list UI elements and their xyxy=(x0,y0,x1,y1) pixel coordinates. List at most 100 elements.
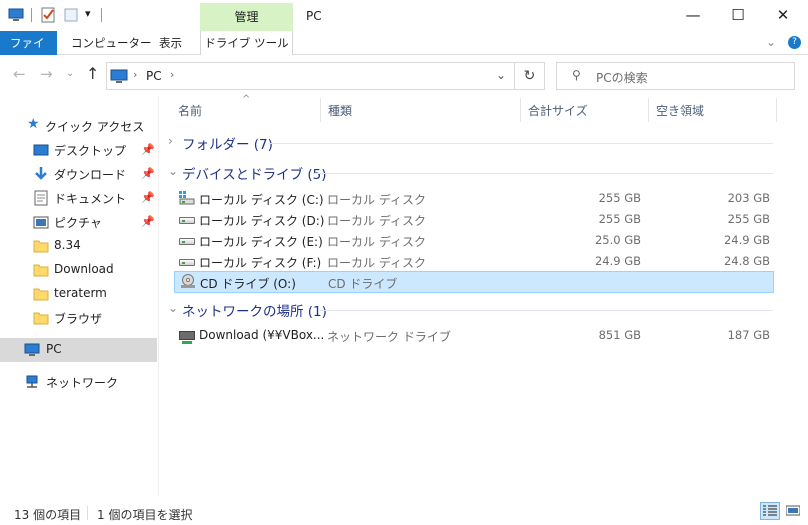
drive-free-space: 24.9 GB xyxy=(723,233,770,247)
drive-row-e[interactable]: ローカル ディスク (E:) ローカル ディスク 25.0 GB 24.9 GB xyxy=(174,230,774,251)
group-devices[interactable]: ⌄ デバイスとドライブ (5) xyxy=(168,162,778,184)
pin-icon[interactable]: 📌 xyxy=(141,215,155,228)
qa-dropdown-icon[interactable]: ▾ xyxy=(85,7,91,20)
drive-total-size: 25.0 GB xyxy=(594,233,641,247)
pin-icon[interactable]: 📌 xyxy=(141,167,155,180)
minimize-button[interactable]: — xyxy=(670,0,716,31)
sidebar-item-label: デスクトップ xyxy=(54,144,127,158)
drive-type: ローカル ディスク xyxy=(327,256,426,270)
chevron-right-icon[interactable]: › xyxy=(170,68,174,81)
group-folders[interactable]: › フォルダー (7) xyxy=(168,132,778,154)
chevron-down-icon[interactable]: ⌄ xyxy=(168,301,178,315)
group-network-locations[interactable]: ⌄ ネットワークの場所 (1) xyxy=(168,299,778,321)
group-title: フォルダー (7) xyxy=(182,137,273,153)
sidebar-item-folder-download[interactable]: Download xyxy=(0,258,157,282)
sidebar-item-label: ネットワーク xyxy=(46,376,119,390)
selection-count: 1 個の項目を選択 xyxy=(97,508,193,522)
drive-name: ローカル ディスク (E:) xyxy=(199,235,323,249)
group-title: ネットワークの場所 (1) xyxy=(182,304,327,320)
tab-computer[interactable]: コンピューター xyxy=(62,31,161,55)
drive-type: ローカル ディスク xyxy=(327,193,426,207)
search-icon: ⚲ xyxy=(572,68,581,82)
drive-type: ローカル ディスク xyxy=(327,214,426,228)
chevron-down-icon[interactable]: ⌄ xyxy=(168,164,178,178)
column-header-free-space[interactable]: 空き領域 xyxy=(656,102,704,120)
sidebar-item-label: ダウンロード xyxy=(54,168,127,182)
drive-name: ローカル ディスク (D:) xyxy=(199,214,325,228)
breadcrumb-pc[interactable]: PC xyxy=(146,69,162,83)
drive-total-size: 255 GB xyxy=(598,191,641,205)
network-drive-row[interactable]: Download (¥¥VBox... ネットワーク ドライブ 851 GB 1… xyxy=(174,325,774,346)
sidebar-item-documents[interactable]: ドキュメント 📌 xyxy=(0,186,157,210)
column-header-total-size[interactable]: 合計サイズ xyxy=(528,102,588,120)
drive-icon xyxy=(179,217,195,224)
drive-type: ローカル ディスク xyxy=(327,235,426,249)
column-divider[interactable] xyxy=(520,98,521,122)
sidebar-item-pc[interactable]: PC xyxy=(0,338,157,362)
recent-dropdown-icon[interactable]: ⌄ xyxy=(66,68,74,79)
sidebar-item-folder-834[interactable]: 8.34 xyxy=(0,234,157,258)
chevron-right-icon[interactable]: › xyxy=(168,134,173,148)
properties-icon[interactable] xyxy=(40,7,56,23)
separator xyxy=(87,506,88,520)
drive-name: Download (¥¥VBox... xyxy=(199,328,325,342)
pin-icon[interactable]: 📌 xyxy=(141,191,155,204)
computer-icon xyxy=(110,69,128,83)
tab-drive-tools[interactable]: ドライブ ツール xyxy=(200,31,293,55)
sidebar-item-pictures[interactable]: ピクチャ 📌 xyxy=(0,210,157,234)
large-icons-view-button[interactable] xyxy=(783,502,803,520)
sidebar-item-folder-browser[interactable]: ブラウザ xyxy=(0,306,157,330)
drive-total-size: 255 GB xyxy=(598,212,641,226)
search-input[interactable]: ⚲ PCの検索 xyxy=(556,62,795,90)
drive-row-c[interactable]: ローカル ディスク (C:) ローカル ディスク 255 GB 203 GB xyxy=(174,188,774,209)
column-divider[interactable] xyxy=(320,98,321,122)
expand-ribbon-icon[interactable]: ⌄ xyxy=(766,35,776,49)
column-header-type[interactable]: 種類 xyxy=(328,102,352,120)
refresh-icon: ↻ xyxy=(523,68,536,84)
drive-name: ローカル ディスク (C:) xyxy=(199,193,324,207)
pin-icon[interactable]: 📌 xyxy=(141,143,155,156)
drive-row-cd[interactable]: CD ドライブ (O:) CD ドライブ xyxy=(174,271,774,293)
navigation-pane: ★ クイック アクセス デスクトップ 📌 ダウンロード 📌 ドキュメント 📌 ピ… xyxy=(0,96,159,496)
drive-free-space: 187 GB xyxy=(727,328,770,342)
sidebar-item-downloads[interactable]: ダウンロード 📌 xyxy=(0,162,157,186)
folder-icon xyxy=(33,312,49,325)
group-divider xyxy=(313,173,773,174)
close-button[interactable]: ✕ xyxy=(760,0,806,31)
separator xyxy=(31,8,32,22)
tab-file[interactable]: ファイル xyxy=(0,31,57,74)
sidebar-item-label: ドキュメント xyxy=(54,192,127,206)
address-bar[interactable]: › PC › ⌄ xyxy=(106,62,515,90)
windows-drive-icon xyxy=(179,191,195,205)
status-bar: 13 個の項目 1 個の項目を選択 xyxy=(0,500,808,525)
maximize-button[interactable]: ☐ xyxy=(715,0,761,31)
help-icon[interactable]: ? xyxy=(788,36,801,49)
column-divider[interactable] xyxy=(776,98,777,122)
folder-icon xyxy=(33,288,49,301)
drive-row-f[interactable]: ローカル ディスク (F:) ローカル ディスク 24.9 GB 24.8 GB xyxy=(174,251,774,272)
back-arrow-icon[interactable]: ← xyxy=(13,65,26,83)
sidebar-item-network[interactable]: ネットワーク xyxy=(0,370,157,394)
drive-name: CD ドライブ (O:) xyxy=(200,277,296,291)
sidebar-item-label: ブラウザ xyxy=(54,312,103,326)
drive-free-space: 255 GB xyxy=(727,212,770,226)
up-arrow-icon[interactable]: ↑ xyxy=(86,64,99,83)
sidebar-item-folder-teraterm[interactable]: teraterm xyxy=(0,282,157,306)
sidebar-item-label: 8.34 xyxy=(54,238,81,252)
drive-total-size: 851 GB xyxy=(598,328,641,342)
sidebar-item-desktop[interactable]: デスクトップ 📌 xyxy=(0,138,157,162)
drive-row-d[interactable]: ローカル ディスク (D:) ローカル ディスク 255 GB 255 GB xyxy=(174,209,774,230)
window-title: PC xyxy=(306,9,322,23)
forward-arrow-icon[interactable]: → xyxy=(40,65,53,83)
column-divider[interactable] xyxy=(648,98,649,122)
chevron-down-icon[interactable]: ⌄ xyxy=(496,68,506,82)
chevron-right-icon: › xyxy=(133,68,138,81)
sidebar-quick-access[interactable]: ★ クイック アクセス xyxy=(0,114,157,138)
network-icon xyxy=(26,375,38,388)
details-view-button[interactable] xyxy=(760,502,780,520)
new-folder-icon[interactable] xyxy=(63,7,79,23)
column-header-name[interactable]: 名前 xyxy=(178,102,202,120)
tab-view[interactable]: 表示 xyxy=(150,31,191,55)
cd-drive-icon xyxy=(181,274,195,288)
refresh-button[interactable]: ↻ xyxy=(515,62,545,90)
